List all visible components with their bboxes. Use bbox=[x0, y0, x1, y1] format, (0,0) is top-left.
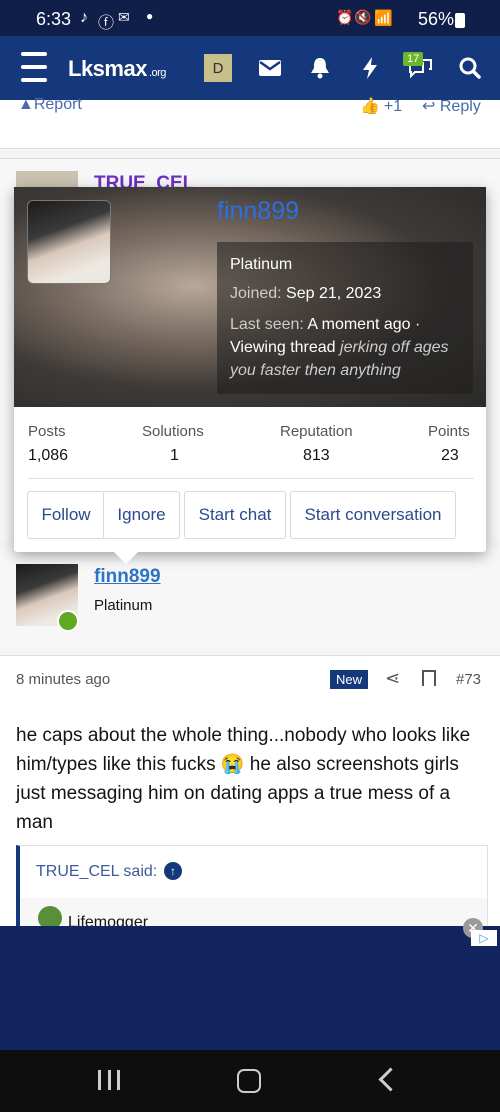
stat-value-solutions: 1 bbox=[170, 447, 179, 464]
notification-dot-icon: ● bbox=[146, 9, 154, 23]
facebook-icon: ⓕ bbox=[98, 15, 115, 32]
user-avatar-button[interactable]: D bbox=[204, 54, 232, 82]
site-logo[interactable]: Lksmax .org bbox=[68, 56, 166, 82]
popup-title: Platinum bbox=[230, 256, 293, 273]
site-header: Lksmax .org D 17 bbox=[0, 36, 500, 100]
post-content: he caps about the whole thing...nobody w… bbox=[0, 703, 500, 929]
logo-text: Lksmax bbox=[68, 56, 147, 81]
popup-info-box: Platinum Joined: Sep 21, 2023 Last seen:… bbox=[217, 242, 473, 394]
alarm-icon: ⏰ bbox=[336, 9, 354, 25]
home-icon[interactable] bbox=[237, 1069, 261, 1093]
bell-icon[interactable] bbox=[306, 54, 334, 82]
stat-value-points: 23 bbox=[441, 447, 459, 464]
back-icon[interactable] bbox=[378, 1067, 403, 1092]
thumbs-up-icon: 👍 bbox=[360, 98, 380, 115]
author-username[interactable]: finn899 bbox=[94, 566, 161, 588]
follow-button[interactable]: Follow bbox=[27, 491, 105, 539]
new-badge: New bbox=[330, 670, 369, 689]
stat-label-points: Points bbox=[428, 423, 470, 440]
jump-to-quote-icon[interactable]: ↑ bbox=[164, 862, 182, 880]
flag-icon: ▲ bbox=[18, 96, 34, 113]
advertisement-banner[interactable]: ✕ ▷ bbox=[0, 918, 500, 1050]
alerts-count-badge: 17 bbox=[403, 52, 424, 66]
start-chat-button[interactable]: Start chat bbox=[184, 491, 286, 539]
like-button[interactable]: 👍 +1 bbox=[360, 96, 402, 116]
popup-last-seen: Last seen: A moment ago · Viewing thread… bbox=[230, 316, 449, 379]
tiktok-icon: ♪ bbox=[80, 9, 88, 26]
quote-block: TRUE_CEL said: ↑ Lifemogger bbox=[16, 845, 488, 929]
adchoices-icon[interactable]: ▷ bbox=[471, 930, 497, 946]
prev-post-footer: ▲Report 👍 +1 ↩ Reply bbox=[0, 96, 500, 149]
post-body: he caps about the whole thing...nobody w… bbox=[16, 725, 471, 833]
logo-suffix: .org bbox=[148, 67, 166, 79]
stat-value-posts: 1,086 bbox=[28, 447, 69, 464]
online-status-icon bbox=[57, 610, 79, 632]
status-bar: 6:33 ♪ ⓕ ✉ ● ⏰ 🔇 📶 56% bbox=[0, 0, 500, 36]
start-conversation-button[interactable]: Start conversation bbox=[290, 491, 456, 539]
popup-divider bbox=[28, 478, 474, 479]
android-navigation-bar bbox=[0, 1050, 500, 1112]
outlook-icon: ✉ bbox=[118, 9, 130, 25]
clock: 6:33 bbox=[36, 9, 72, 29]
inbox-icon[interactable] bbox=[256, 54, 284, 82]
stat-label-reputation: Reputation bbox=[280, 423, 353, 440]
bolt-icon[interactable] bbox=[356, 54, 384, 82]
stat-label-solutions: Solutions bbox=[142, 423, 204, 440]
reply-link[interactable]: ↩ Reply bbox=[422, 96, 481, 116]
ignore-button[interactable]: Ignore bbox=[103, 491, 180, 539]
recent-apps-icon[interactable] bbox=[98, 1070, 120, 1090]
post-time[interactable]: 8 minutes ago bbox=[16, 671, 110, 688]
stat-value-reputation: 813 bbox=[303, 447, 330, 464]
popup-joined: Joined: Sep 21, 2023 bbox=[230, 285, 382, 302]
post-meta: 8 minutes ago New ⋖ #73 bbox=[0, 655, 500, 704]
crying-emoji-icon: 😭 bbox=[220, 754, 245, 775]
battery-percent: 56% bbox=[418, 9, 455, 29]
stat-label-posts: Posts bbox=[28, 423, 66, 440]
wifi-icon: 📶 bbox=[374, 10, 393, 27]
report-link[interactable]: ▲Report bbox=[18, 96, 82, 114]
mute-icon: 🔇 bbox=[354, 9, 372, 25]
quote-author[interactable]: TRUE_CEL said: bbox=[36, 863, 157, 881]
popup-pointer bbox=[114, 552, 138, 564]
popup-avatar[interactable] bbox=[27, 200, 111, 284]
popup-username[interactable]: finn899 bbox=[217, 197, 299, 226]
post-number[interactable]: #73 bbox=[456, 671, 481, 688]
share-icon[interactable]: ⋖ bbox=[385, 668, 400, 689]
author-rank: Platinum bbox=[94, 597, 153, 614]
battery-icon bbox=[455, 13, 465, 28]
post-author-block: finn899 Platinum bbox=[0, 548, 500, 648]
menu-icon[interactable] bbox=[20, 52, 48, 82]
member-tooltip: finn899 Platinum Joined: Sep 21, 2023 La… bbox=[14, 187, 486, 564]
bookmark-icon[interactable] bbox=[422, 670, 436, 686]
search-icon[interactable] bbox=[456, 54, 484, 82]
reply-arrow-icon: ↩ bbox=[422, 98, 436, 115]
